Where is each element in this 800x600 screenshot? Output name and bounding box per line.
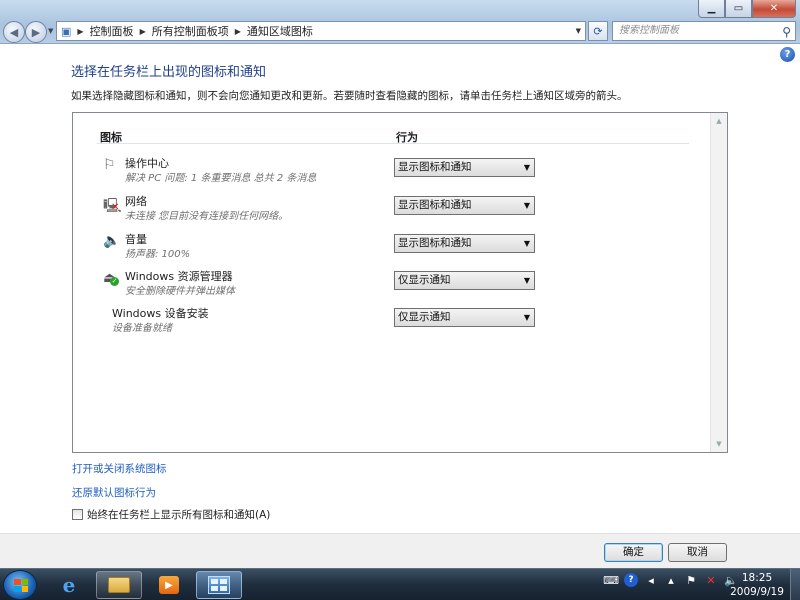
behavior-value: 显示图标和通知 xyxy=(398,199,472,211)
taskbar-control-panel[interactable] xyxy=(196,571,242,599)
page-description: 如果选择隐藏图标和通知，则不会向您通知更改和更新。若要随时查看隐藏的图标，请单击… xyxy=(71,90,628,102)
system-icons-link[interactable]: 打开或关闭系统图标 xyxy=(72,461,167,476)
clock[interactable]: 18:25 2009/9/19 xyxy=(728,571,786,599)
behavior-select[interactable]: 仅显示通知 ▼ xyxy=(394,271,535,290)
show-desktop-button[interactable] xyxy=(790,569,800,600)
taskbar: e ▶ ⌨ ? ◂ ▴ ⚑ ✕ 🔈 18:25 2009/9/19 xyxy=(0,568,800,600)
dialog-footer: 确定 取消 xyxy=(0,533,800,568)
recent-pages-dropdown[interactable]: ▼ xyxy=(48,27,53,35)
behavior-value: 仅显示通知 xyxy=(398,311,451,323)
tray-help-icon[interactable]: ? xyxy=(624,573,638,587)
maximize-button[interactable]: ▭ xyxy=(725,0,752,18)
list-item-volume: 🔈 音量 扬声器: 100% 显示图标和通知 ▼ xyxy=(73,231,703,267)
system-tray: ⌨ ? ◂ ▴ ⚑ ✕ 🔈 xyxy=(603,573,738,587)
forward-button[interactable]: ▶ xyxy=(25,21,47,43)
ok-button[interactable]: 确定 xyxy=(604,543,663,562)
vertical-scrollbar[interactable]: ▲ ▼ xyxy=(710,113,727,452)
scroll-up-icon[interactable]: ▲ xyxy=(711,113,727,129)
folder-icon xyxy=(108,577,130,593)
minimize-icon: ▁ xyxy=(707,3,716,14)
breadcrumb-notification-icons[interactable]: 通知区域图标 xyxy=(247,23,313,39)
network-disconnected-icon: 🖳 ✕ xyxy=(103,198,122,214)
back-button[interactable]: ◀ xyxy=(3,21,25,43)
behavior-value: 显示图标和通知 xyxy=(398,237,472,249)
maximize-icon: ▭ xyxy=(733,3,744,14)
chevron-down-icon: ▼ xyxy=(523,163,530,172)
refresh-button[interactable]: ⟳ xyxy=(588,21,608,41)
windows-logo-icon xyxy=(14,579,28,592)
behavior-select[interactable]: 显示图标和通知 ▼ xyxy=(394,196,535,215)
network-tray-icon[interactable]: ✕ xyxy=(704,573,718,587)
flag-icon: ⚐ xyxy=(103,157,116,173)
cancel-button[interactable]: 取消 xyxy=(668,543,727,562)
chevron-down-icon: ▼ xyxy=(523,201,530,210)
behavior-value: 仅显示通知 xyxy=(398,274,451,286)
clock-time: 18:25 xyxy=(741,572,773,584)
help-icon[interactable]: ? xyxy=(780,47,795,62)
action-center-flag-icon[interactable]: ⚑ xyxy=(684,573,698,587)
item-description: 未连接 您目前没有连接到任何网络。 xyxy=(125,211,289,222)
chevron-down-icon: ▼ xyxy=(48,27,54,35)
list-item-action-center: ⚐ 操作中心 解决 PC 问题: 1 条重要消息 总共 2 条消息 显示图标和通… xyxy=(73,155,703,191)
control-panel-icon: ▣ xyxy=(61,24,72,38)
keyboard-icon[interactable]: ⌨ xyxy=(603,573,619,587)
breadcrumb-separator-icon[interactable]: ▶ xyxy=(235,27,241,36)
close-button[interactable]: ✕ xyxy=(752,0,796,18)
taskbar-windows-explorer[interactable] xyxy=(96,571,142,599)
show-hidden-icons-icon[interactable]: ◂ xyxy=(644,573,658,587)
breadcrumb-all-items[interactable]: 所有控制面板项 xyxy=(152,23,229,39)
list-item-device-installation: Windows 设备安装 设备准备就绪 仅显示通知 ▼ xyxy=(73,305,703,341)
breadcrumb-separator-icon[interactable]: ▶ xyxy=(140,27,146,36)
refresh-icon: ⟳ xyxy=(593,24,603,38)
arrow-right-icon: ▶ xyxy=(31,25,41,39)
title-bar: ▁ ▭ ✕ ◀ ▶ ▼ ▣ ▶ 控制面板 ▶ 所有控制面板项 ▶ 通知区域图标 … xyxy=(0,0,800,44)
scroll-down-icon[interactable]: ▼ xyxy=(711,436,727,452)
taskbar-media-player[interactable]: ▶ xyxy=(146,571,192,599)
tray-expand-icon[interactable]: ▴ xyxy=(664,573,678,587)
address-bar[interactable]: ▣ ▶ 控制面板 ▶ 所有控制面板项 ▶ 通知区域图标 ▼ xyxy=(56,21,586,41)
speaker-icon: 🔈 xyxy=(103,233,121,249)
minimize-button[interactable]: ▁ xyxy=(698,0,725,18)
media-player-icon: ▶ xyxy=(159,576,179,594)
breadcrumb-control-panel[interactable]: 控制面板 xyxy=(90,23,134,39)
behavior-value: 显示图标和通知 xyxy=(398,161,472,173)
item-description: 设备准备就绪 xyxy=(112,323,172,334)
item-description: 安全删除硬件并弹出媒体 xyxy=(125,286,235,297)
list-item-windows-explorer: ⏏ ✓ Windows 资源管理器 安全删除硬件并弹出媒体 仅显示通知 ▼ xyxy=(73,268,703,304)
safely-remove-hardware-icon: ⏏ ✓ xyxy=(103,270,119,286)
search-input[interactable]: 搜索控制面板 ⚲ xyxy=(612,21,796,41)
chevron-down-icon: ▼ xyxy=(523,313,530,322)
always-show-all-label[interactable]: 始终在任务栏上显示所有图标和通知(A) xyxy=(87,507,270,522)
search-icon[interactable]: ⚲ xyxy=(782,23,791,41)
always-show-all-checkbox[interactable] xyxy=(72,509,83,520)
chevron-down-icon: ▼ xyxy=(523,239,530,248)
internet-explorer-icon: e xyxy=(62,573,76,597)
behavior-select[interactable]: 仅显示通知 ▼ xyxy=(394,308,535,327)
control-panel-icon xyxy=(208,576,230,594)
behavior-select[interactable]: 显示图标和通知 ▼ xyxy=(394,234,535,253)
page-title: 选择在任务栏上出现的图标和通知 xyxy=(71,65,267,80)
breadcrumb-separator-icon[interactable]: ▶ xyxy=(77,27,83,36)
always-show-all-option[interactable]: 始终在任务栏上显示所有图标和通知(A) xyxy=(72,507,270,522)
restore-defaults-link[interactable]: 还原默认图标行为 xyxy=(72,485,156,500)
search-placeholder: 搜索控制面板 xyxy=(619,25,679,36)
taskbar-internet-explorer[interactable]: e xyxy=(46,571,92,599)
item-description: 扬声器: 100% xyxy=(125,249,191,260)
address-dropdown-icon[interactable]: ▼ xyxy=(576,27,581,35)
arrow-left-icon: ◀ xyxy=(9,25,19,39)
start-button[interactable] xyxy=(3,570,37,600)
header-divider xyxy=(97,143,689,144)
notification-icons-list[interactable]: 图标 行为 ⚐ 操作中心 解决 PC 问题: 1 条重要消息 总共 2 条消息 … xyxy=(72,112,728,453)
list-item-network: 🖳 ✕ 网络 未连接 您目前没有连接到任何网络。 显示图标和通知 ▼ xyxy=(73,193,703,229)
behavior-select[interactable]: 显示图标和通知 ▼ xyxy=(394,158,535,177)
clock-date: 2009/9/19 xyxy=(730,586,784,598)
item-description: 解决 PC 问题: 1 条重要消息 总共 2 条消息 xyxy=(125,173,317,184)
chevron-down-icon: ▼ xyxy=(523,276,530,285)
close-icon: ✕ xyxy=(769,3,779,14)
window-controls: ▁ ▭ ✕ xyxy=(698,0,796,18)
